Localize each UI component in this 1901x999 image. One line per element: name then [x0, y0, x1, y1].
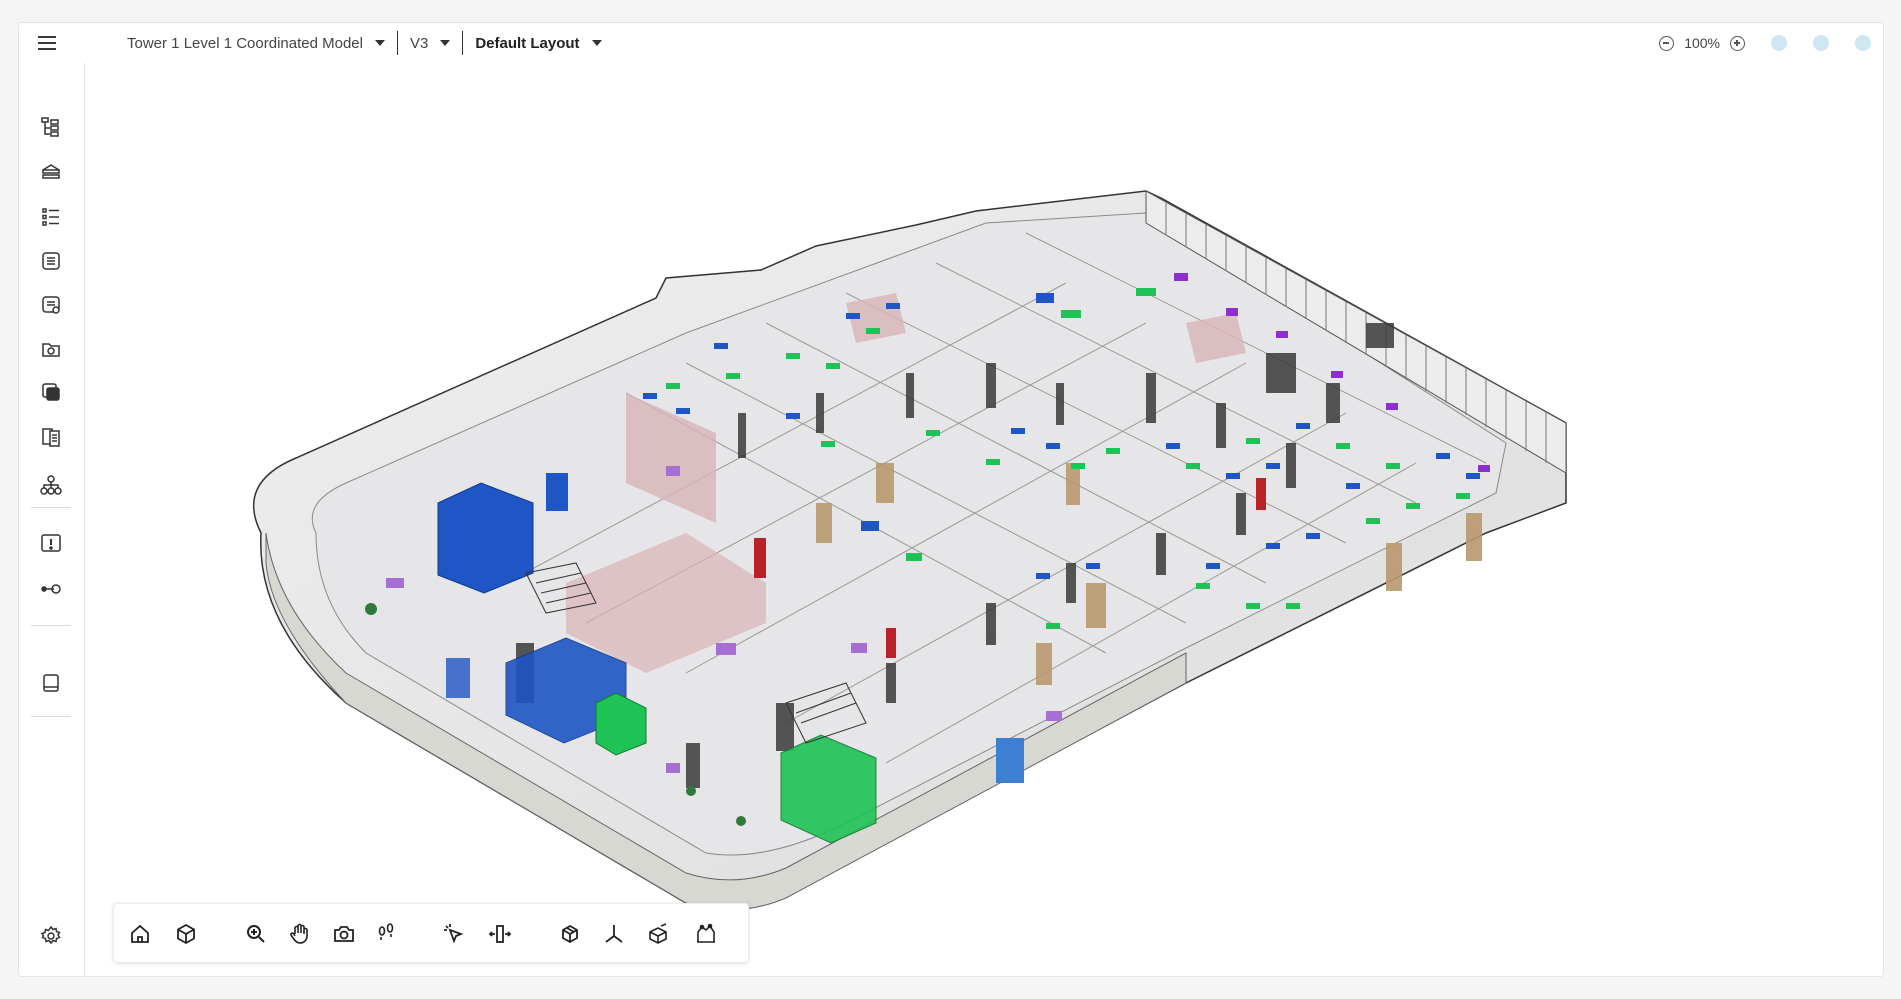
breadcrumb: Tower 1 Level 1 Coordinated Model V3 Def… [127, 23, 602, 63]
zoom-icon[interactable] [244, 922, 268, 946]
list-icon[interactable] [40, 206, 62, 228]
status-dot[interactable] [1771, 35, 1787, 51]
building-model-render[interactable] [86, 63, 1884, 977]
top-bar: Tower 1 Level 1 Coordinated Model V3 Def… [19, 23, 1883, 63]
divider [462, 31, 464, 55]
version-selector[interactable]: V3 [409, 34, 451, 52]
sections-icon[interactable] [40, 381, 62, 403]
divider [31, 625, 71, 626]
axis-icon[interactable] [602, 922, 626, 946]
app-window: Tower 1 Level 1 Coordinated Model V3 Def… [18, 22, 1884, 977]
model-name: Tower 1 Level 1 Coordinated Model [127, 34, 363, 52]
zoom-level: 100% [1684, 35, 1720, 51]
version-label: V3 [409, 34, 429, 52]
chevron-down-icon [374, 40, 385, 46]
divider [396, 31, 398, 55]
status-dot[interactable] [1813, 35, 1829, 51]
divider [31, 507, 71, 508]
move-icon[interactable] [488, 922, 512, 946]
hamburger-menu-icon[interactable] [35, 31, 59, 55]
cube-icon[interactable] [174, 922, 198, 946]
views-icon[interactable] [40, 338, 62, 360]
viewer-toolbar [113, 903, 749, 963]
hierarchy-icon[interactable] [40, 474, 62, 496]
pan-hand-icon[interactable] [288, 922, 312, 946]
settings-icon[interactable] [40, 925, 62, 947]
home-icon[interactable] [128, 922, 152, 946]
layout-label: Default Layout [475, 34, 580, 52]
model-viewport[interactable] [86, 63, 1884, 977]
connections-icon[interactable] [40, 578, 62, 600]
issues-icon[interactable] [40, 532, 62, 554]
documents-icon[interactable] [40, 426, 62, 448]
divider [31, 716, 71, 717]
layout-selector[interactable]: Default Layout [475, 34, 602, 52]
measure-icon[interactable] [694, 922, 718, 946]
book-icon[interactable] [40, 672, 62, 694]
layers-icon[interactable] [40, 161, 62, 183]
chevron-down-icon [591, 40, 602, 46]
model-selector[interactable]: Tower 1 Level 1 Coordinated Model [127, 35, 385, 52]
properties-icon[interactable] [40, 250, 62, 272]
select-icon[interactable] [442, 922, 466, 946]
left-sidebar [19, 63, 85, 976]
model-tree-icon[interactable] [40, 116, 62, 138]
zoom-in-icon[interactable] [1730, 35, 1745, 51]
box-view-icon[interactable] [558, 922, 582, 946]
status-dot[interactable] [1855, 35, 1871, 51]
chevron-down-icon [440, 40, 451, 46]
reports-icon[interactable] [40, 294, 62, 316]
walk-icon[interactable] [374, 922, 398, 946]
camera-icon[interactable] [332, 922, 356, 946]
section-box-icon[interactable] [646, 922, 670, 946]
zoom-controls: 100% [1659, 23, 1871, 63]
ahu-blue-large [437, 482, 534, 594]
zoom-out-icon[interactable] [1659, 35, 1675, 51]
